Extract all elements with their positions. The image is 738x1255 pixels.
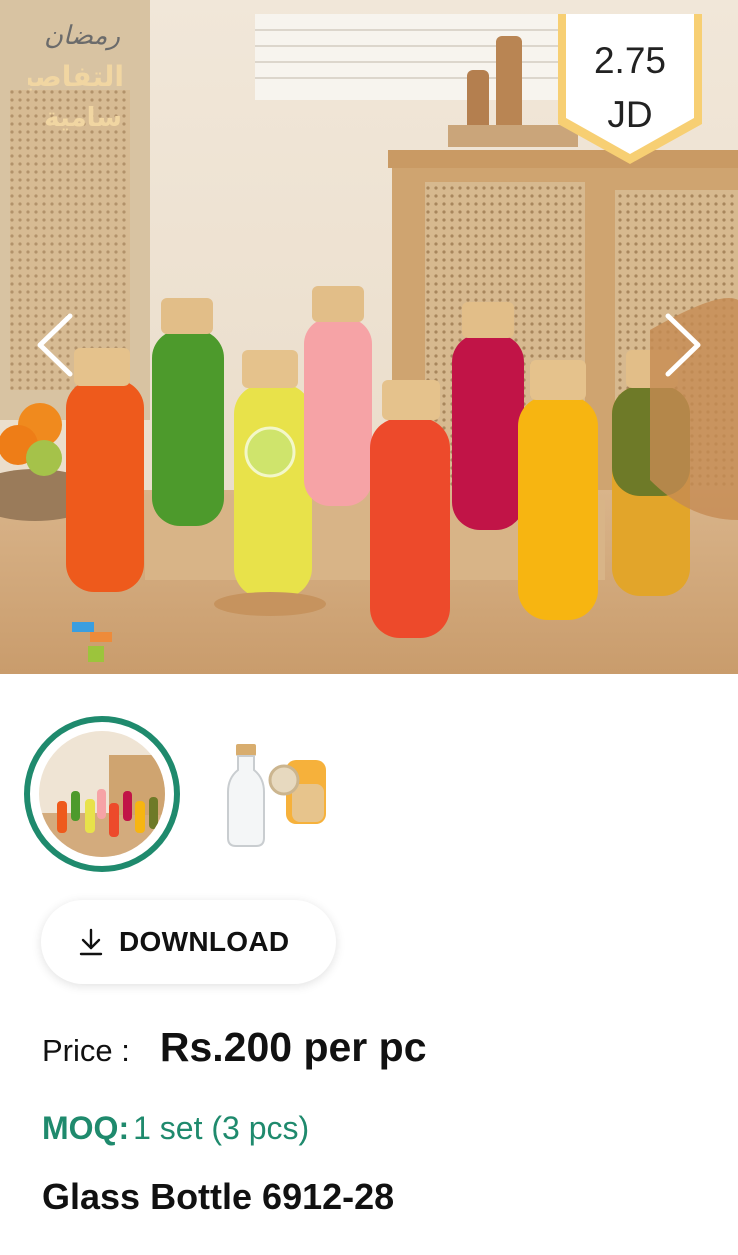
chevron-right-icon	[665, 313, 701, 377]
thumbnail-2[interactable]	[200, 730, 334, 864]
watermark-logo: رمضان التفاصيل سامية	[28, 21, 124, 133]
chevron-left-icon	[37, 313, 73, 377]
carousel-prev-button[interactable]	[30, 312, 80, 378]
thumbnail-image	[39, 731, 165, 857]
moq-row: MOQ: 1 set (3 pcs)	[42, 1110, 309, 1147]
price-label: Price :	[42, 1033, 130, 1068]
crescent-logo	[31, 588, 118, 674]
product-title: Glass Bottle 6912-28	[42, 1176, 395, 1217]
download-button[interactable]: DOWNLOAD	[41, 900, 336, 984]
moq-value: 1 set (3 pcs)	[133, 1110, 310, 1146]
price-tag-currency: JD	[607, 94, 653, 135]
moq-label: MOQ:	[42, 1110, 130, 1146]
svg-text:التفاصيل: التفاصيل	[28, 60, 124, 93]
carousel-next-button[interactable]	[658, 312, 708, 378]
thumbnail-1-selected[interactable]	[24, 716, 180, 872]
price-value: Rs.200 per pc	[159, 1024, 427, 1070]
price-row: Price : Rs.200 per pc	[42, 1024, 427, 1071]
price-tag-amount: 2.75	[593, 40, 666, 81]
svg-text:سامية: سامية	[44, 103, 122, 133]
thumbnail-image	[200, 730, 334, 864]
price-tag-badge: 2.75 JD	[556, 14, 704, 164]
product-hero-image: رمضان التفاصيل سامية 2.75 JD	[0, 0, 738, 674]
download-label: DOWNLOAD	[119, 926, 290, 957]
svg-text:رمضان: رمضان	[44, 21, 120, 51]
download-icon	[79, 928, 103, 956]
